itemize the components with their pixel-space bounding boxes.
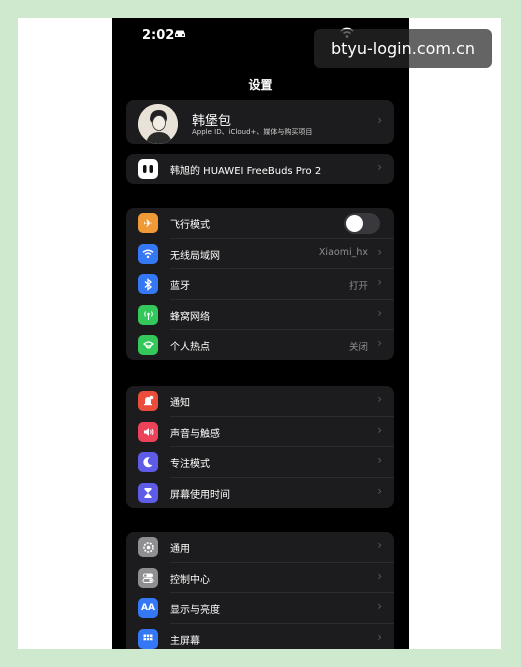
row-label: 通用 [170,544,190,555]
car-icon [175,30,185,37]
switches-icon [138,567,158,588]
settings-row-sounds[interactable]: 声音与触感 › [126,417,394,447]
display-icon: AA [138,598,158,618]
cellular-icon [138,304,158,325]
settings-row-airplane-mode[interactable]: ✈ 飞行模式 [126,208,394,239]
chevron-right-icon: › [377,422,382,437]
row-label: 无线局域网 [170,250,220,262]
gear-icon [138,537,158,557]
chevron-right-icon: › [377,453,382,467]
chevron-right-icon: › [377,275,382,289]
chevron-right-icon: › [377,160,382,174]
home-screen-icon [138,628,158,649]
hourglass-icon [138,482,158,503]
chevron-right-icon: › [377,629,382,644]
chevron-right-icon: › [377,244,382,259]
wifi-icon [138,243,158,264]
settings-row-display[interactable]: AA 显示与亮度 › [126,593,394,624]
settings-row-cellular[interactable]: 蜂窝网络 › [126,300,394,330]
hotspot-icon [138,335,158,355]
row-label: 专注模式 [170,459,210,470]
row-label: 蓝牙 [170,281,190,292]
apple-id-profile[interactable]: 韩堡包 Apple ID、iCloud+、媒体与购买项目 › [126,100,394,144]
row-label: 控制中心 [170,574,210,586]
settings-row-focus[interactable]: 专注模式 › [126,447,394,478]
chevron-right-icon: › [377,599,382,613]
device-label: 韩旭的 HUAWEI FreeBuds Pro 2 [170,166,322,177]
settings-row-home-screen[interactable]: 主屏幕 › [126,624,394,650]
row-label: 声音与触感 [170,428,220,440]
settings-row-control-center[interactable]: 控制中心 › [126,563,394,593]
row-label: 通知 [170,398,190,409]
chevron-right-icon: › [377,568,382,583]
settings-row-wifi[interactable]: 无线局域网 Xiaomi_hx › [126,239,394,269]
chevron-right-icon: › [377,483,382,498]
settings-row-screen-time[interactable]: 屏幕使用时间 › [126,478,394,509]
settings-row-general[interactable]: 通用 › [126,532,394,563]
bell-icon [138,391,158,411]
row-value: 打开 [348,280,368,292]
notifications-group: 通知 › 声音与触感 › 专注模式 › 屏幕使用时间 › [126,386,394,508]
settings-row-bluetooth[interactable]: 蓝牙 打开 › [126,269,394,300]
phone-screen: 2:02 设置 韩堡包 Apple ID、iCloud+、媒体与购买项目 › 韩… [112,18,409,649]
airplane-icon: ✈ [138,213,158,233]
profile-subtitle: Apple ID、iCloud+、媒体与购买项目 [192,128,313,136]
toggle-knob [346,215,363,232]
page-title: 设置 [248,78,273,92]
chevron-right-icon: › [377,538,382,552]
general-group: 通用 › 控制中心 › AA 显示与亮度 › 主屏幕 › [126,532,394,649]
row-value: Xiaomi_hx [318,247,368,258]
avatar [138,104,178,144]
row-label: 个人热点 [170,342,210,353]
moon-icon [138,452,158,472]
device-row[interactable]: 韩旭的 HUAWEI FreeBuds Pro 2 › [126,154,394,184]
status-time: 2:02 [142,28,175,43]
chevron-right-icon: › [377,305,382,320]
row-value: 关闭 [348,341,368,353]
speaker-icon [138,421,158,442]
row-label: 屏幕使用时间 [170,489,230,501]
chevron-right-icon: › [377,392,382,406]
row-label: 显示与亮度 [170,605,220,616]
row-label: 飞行模式 [170,220,210,231]
watermark-label: btyu-login.com.cn [314,29,492,68]
airplane-mode-toggle[interactable] [344,213,380,234]
row-label: 主屏幕 [170,635,200,647]
bluetooth-icon [138,274,158,294]
chevron-right-icon: › [377,336,382,350]
row-label: 蜂窝网络 [170,311,210,323]
airpods-icon [138,159,158,179]
chevron-right-icon: › [377,113,382,127]
settings-row-notifications[interactable]: 通知 › [126,386,394,417]
settings-row-hotspot[interactable]: 个人热点 关闭 › [126,330,394,360]
connectivity-group: ✈ 飞行模式 无线局域网 Xiaomi_hx › 蓝牙 打开 › 蜂窝网络 › … [126,208,394,360]
